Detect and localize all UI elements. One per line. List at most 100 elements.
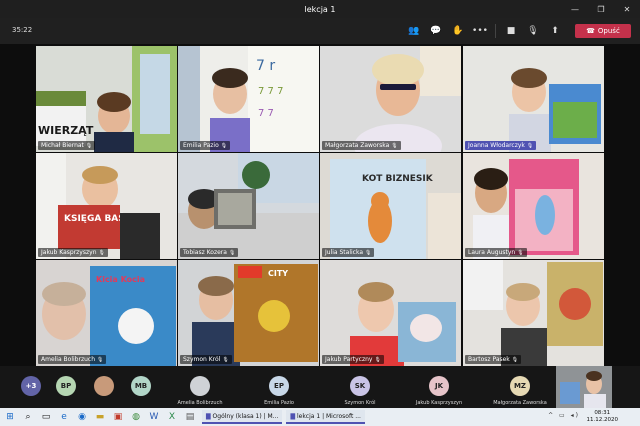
participant-avatar[interactable]: BP (56, 376, 76, 396)
restore-icon[interactable]: ❐ (588, 0, 614, 18)
video-feed: KOT BIZNESIK (320, 153, 461, 259)
app-icon[interactable]: ▤ (182, 410, 198, 424)
video-feed: CITY (178, 260, 319, 366)
mic-icon: 🎙 (228, 250, 236, 256)
excel-icon[interactable]: X (164, 410, 180, 424)
video-feed: KSIĘGA BAŚNI (36, 153, 177, 259)
participant-name: Jakub Kasprzyszyn 🎙 (38, 248, 108, 257)
mic-icon: 🎙 (374, 357, 381, 363)
participant-avatar[interactable]: MB (131, 376, 151, 396)
participant-avatar[interactable]: EP (269, 376, 289, 396)
video-feed: 7 r 7 7 7 7 7 (178, 46, 319, 152)
os-taskbar: ⊞ ⌕ ▭ e ◉ ▬ ▣ ◍ W X ▤ ▇ Ogólny (klasa 1)… (0, 408, 640, 426)
svg-text:7 7: 7 7 (258, 108, 274, 119)
video-tile[interactable]: CITY Szymon Król 🎙 (178, 260, 319, 366)
participant-name: Joanna Włodarczyk 🎙 (465, 141, 537, 150)
window-title: lekcja 1 (304, 4, 336, 14)
participant-avatar[interactable] (94, 376, 114, 396)
video-feed (320, 46, 461, 152)
participant-name: Bartosz Pasek 🎙 (465, 355, 522, 364)
participant-name: Laura Augustyn 🎙 (465, 248, 527, 257)
mic-icon: 🎙 (517, 250, 524, 256)
participant-name: Małgorzata Zaworska 🎙 (322, 141, 401, 150)
video-tile[interactable]: Laura Augustyn 🎙 (463, 153, 604, 259)
self-view-feed (556, 366, 612, 408)
participant-name: Emilia Pazio 🎙 (180, 141, 231, 150)
camera-icon[interactable]: ■ (500, 23, 522, 39)
search-icon[interactable]: ⌕ (20, 410, 36, 424)
video-tile[interactable]: Tobiasz Kozera 🎙 (178, 153, 319, 259)
taskbar-app-teams-channel[interactable]: ▇ Ogólny (klasa 1) | M... (202, 410, 283, 424)
more-actions-icon[interactable]: ••• (469, 23, 491, 39)
toolbar-divider (495, 24, 496, 38)
participant-name: Emilia Pazio (264, 400, 294, 406)
task-view-icon[interactable]: ▭ (38, 410, 54, 424)
windows-start-icon[interactable]: ⊞ (2, 410, 18, 424)
video-tile[interactable]: WIERZĄT Michał Biernat 🎙 (36, 46, 177, 152)
video-feed (463, 153, 604, 259)
system-tray[interactable]: ^ ▭ ◂) (548, 412, 580, 419)
participant-avatar[interactable]: MZ (510, 376, 530, 396)
participant-name: Jakub Kasprzyszyn (415, 400, 463, 406)
video-tile[interactable]: Joanna Włodarczyk 🎙 (463, 46, 604, 152)
mic-icon: 🎙 (222, 357, 229, 363)
minimize-icon[interactable]: — (562, 0, 588, 18)
book-title: CITY (268, 269, 288, 278)
mic-icon: 🎙 (220, 143, 228, 149)
chat-icon[interactable]: 💬 (425, 23, 447, 39)
video-tile[interactable]: KSIĘGA BAŚNI Jakub Kasprzyszyn 🎙 (36, 153, 177, 259)
svg-text:7 r: 7 r (256, 58, 275, 74)
taskbar-app-teams-meeting[interactable]: ▇ lekcja 1 | Microsoft ... (286, 410, 365, 424)
self-view-video[interactable] (556, 366, 612, 408)
share-screen-icon[interactable]: ⬆ (544, 23, 566, 39)
file-explorer-icon[interactable]: ▬ (92, 410, 108, 424)
word-icon[interactable]: W (146, 410, 162, 424)
participant-name: Jakub Partyczny 🎙 (322, 355, 384, 364)
title-bar: lekcja 1 — ❐ ✕ (0, 0, 640, 18)
system-clock[interactable]: 08:31 11.12.2020 (587, 410, 619, 424)
close-icon[interactable]: ✕ (614, 0, 640, 18)
browser-icon[interactable]: ◉ (74, 410, 90, 424)
edge-icon[interactable]: e (56, 410, 72, 424)
participant-avatar[interactable]: SK (350, 376, 370, 396)
chrome-icon[interactable]: ◍ (128, 410, 144, 424)
mic-icon: 🎙 (511, 357, 519, 363)
store-icon[interactable]: ▣ (110, 410, 126, 424)
video-feed (463, 260, 604, 366)
video-feed (320, 260, 461, 366)
more-participants-button[interactable]: +3 (21, 376, 41, 396)
book-title: WIERZĄT (38, 124, 94, 137)
participant-name: Amelia Bolibrzuch (177, 400, 223, 406)
meeting-timer: 35:22 (12, 26, 33, 34)
participant-name: Michał Biernat 🎙 (38, 141, 96, 150)
participant-avatar[interactable] (190, 376, 210, 396)
phone-icon: ☎ (586, 27, 595, 35)
leave-label: Opuść (597, 27, 620, 35)
video-tile[interactable]: Małgorzata Zaworska 🎙 (320, 46, 461, 152)
participant-name: Szymon Król 🎙 (180, 355, 232, 364)
participant-name: Małgorzata Zaworska (493, 400, 547, 406)
participant-name: Tobiasz Kozera 🎙 (180, 248, 239, 257)
video-tile[interactable]: 7 r 7 7 7 7 7 Emilia Pazio 🎙 (178, 46, 319, 152)
participants-icon[interactable]: 👥 (403, 23, 425, 39)
participant-strip: +3 BP MB Amelia Bolibrzuch EP Emilia Paz… (0, 366, 640, 408)
microphone-icon[interactable]: 🎙 (522, 23, 544, 39)
participant-name: Amelia Bolibrzuch 🎙 (38, 355, 107, 364)
book-title: KOT BIZNESIK (362, 174, 434, 184)
mic-icon: 🎙 (97, 357, 104, 363)
video-tile[interactable]: KOT BIZNESIK Julia Stalicka 🎙 (320, 153, 461, 259)
mic-icon: 🎙 (391, 143, 398, 149)
video-tile[interactable]: Jakub Partyczny 🎙 (320, 260, 461, 366)
raise-hand-icon[interactable]: ✋ (447, 23, 469, 39)
leave-button[interactable]: ☎ Opuść (575, 24, 631, 38)
meeting-controls: 👥 💬 ✋ ••• ■ 🎙 ⬆ (403, 23, 566, 39)
book-title: Kicia Kocia (96, 275, 145, 284)
video-feed: Kicia Kocia (36, 260, 177, 366)
video-tile[interactable]: Kicia Kocia Amelia Bolibrzuch 🎙 (36, 260, 177, 366)
participant-avatar[interactable]: JK (429, 376, 449, 396)
svg-text:7 7 7: 7 7 7 (258, 86, 283, 97)
video-feed (178, 153, 319, 259)
window-controls: — ❐ ✕ (562, 0, 640, 18)
mic-icon: 🎙 (365, 250, 372, 256)
video-tile[interactable]: Bartosz Pasek 🎙 (463, 260, 604, 366)
